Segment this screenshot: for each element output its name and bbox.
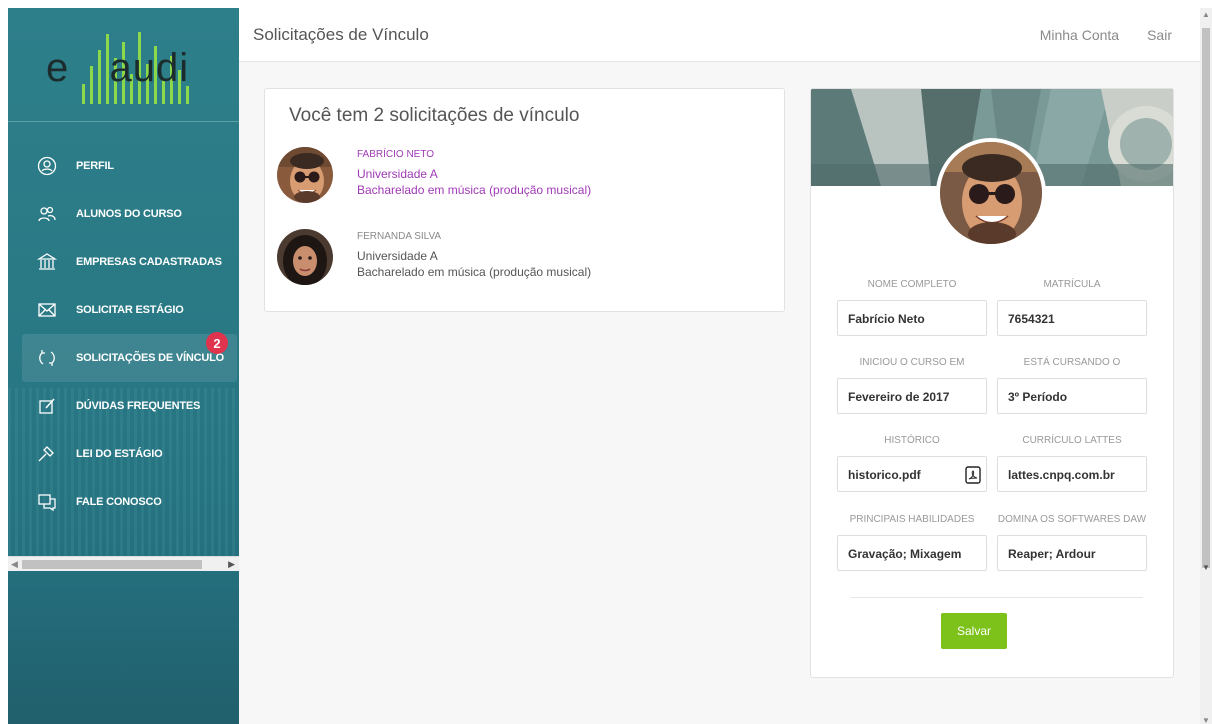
- request-item[interactable]: FABRÍCIO NETO Universidade A Bacharelado…: [277, 147, 757, 207]
- avatar: [277, 229, 333, 285]
- profile-card: NOME COMPLETO Fabrício Neto MATRÍCULA 76…: [810, 88, 1174, 678]
- pdf-file-icon[interactable]: [964, 466, 982, 484]
- notification-badge: 2: [206, 332, 228, 354]
- sidebar: e audi Perfil Alunos do curso Empresas c…: [8, 8, 239, 724]
- envelope-icon: [36, 299, 58, 321]
- sidebar-nav: Perfil Alunos do curso Empresas cadastra…: [22, 142, 237, 526]
- institution-icon: [36, 251, 58, 273]
- page-vertical-scrollbar[interactable]: ▲ ▼ ▼: [1200, 8, 1212, 724]
- sidebar-item-solicitacoes-vinculo[interactable]: Solicitações de vínculo 2: [22, 332, 237, 382]
- sidebar-item-label: Lei do estágio: [76, 448, 163, 460]
- sidebar-item-label: Perfil: [76, 160, 114, 172]
- scroll-right-arrow-icon[interactable]: ▶: [228, 559, 235, 570]
- scroll-down-arrow-icon[interactable]: ▼: [1202, 563, 1210, 572]
- request-info: FERNANDA SILVA Universidade A Bacharelad…: [357, 229, 591, 280]
- my-account-link[interactable]: Minha Conta: [1040, 27, 1119, 43]
- logo[interactable]: e audi: [8, 8, 239, 121]
- request-name: FABRÍCIO NETO: [357, 149, 435, 160]
- sidebar-item-fale-conosco[interactable]: Fale conosco: [22, 478, 237, 526]
- form-divider: [851, 597, 1143, 598]
- page-title: Solicitações de Vínculo: [253, 25, 429, 44]
- scroll-down-arrow-icon[interactable]: ▼: [1202, 716, 1210, 724]
- historico-input[interactable]: historico.pdf: [837, 456, 987, 492]
- field-matricula: MATRÍCULA 7654321: [997, 279, 1147, 336]
- field-softwares-daw: DOMINA OS SOFTWARES DAW Reaper; Ardour: [997, 514, 1147, 571]
- sidebar-item-alunos[interactable]: Alunos do curso: [22, 190, 237, 238]
- cursando-input[interactable]: 3º Período: [997, 378, 1147, 414]
- chat-icon: [36, 491, 58, 513]
- save-button[interactable]: Salvar: [941, 613, 1007, 649]
- requests-card: Você tem 2 solicitações de vínculo FABRÍ…: [264, 88, 785, 312]
- nome-completo-input[interactable]: Fabrício Neto: [837, 300, 987, 336]
- request-course: Bacharelado em música (produção musical): [357, 265, 592, 279]
- logo-prefix: e: [46, 46, 70, 90]
- refresh-icon: [36, 347, 58, 369]
- logo-divider: [8, 121, 239, 122]
- logout-link[interactable]: Sair: [1147, 27, 1172, 43]
- field-historico: HISTÓRICO historico.pdf: [837, 435, 987, 492]
- requests-title: Você tem 2 solicitações de vínculo: [289, 105, 580, 126]
- field-label: DOMINA OS SOFTWARES DAW: [997, 514, 1147, 525]
- field-label: CURRÍCULO LATTES: [1022, 435, 1122, 446]
- request-university: Universidade A: [357, 249, 438, 263]
- field-habilidades: PRINCIPAIS HABILIDADES Gravação; Mixagem: [837, 514, 987, 571]
- logo-name: audi: [109, 46, 190, 90]
- scrollbar-thumb[interactable]: [22, 560, 202, 569]
- logo-text: e audi: [46, 46, 189, 91]
- request-info: FABRÍCIO NETO Universidade A Bacharelado…: [357, 147, 591, 198]
- sidebar-item-label: Dúvidas frequentes: [76, 400, 201, 412]
- sidebar-item-label: Empresas cadastradas: [76, 256, 222, 268]
- window-frame-top: [0, 0, 1212, 8]
- field-label: HISTÓRICO: [884, 435, 940, 446]
- historico-filename: historico.pdf: [848, 468, 921, 482]
- request-name: FERNANDA SILVA: [357, 231, 442, 242]
- scrollbar-thumb[interactable]: [1202, 28, 1210, 568]
- gavel-icon: [36, 443, 58, 465]
- sidebar-horizontal-scrollbar[interactable]: ◀ ▶: [8, 556, 239, 571]
- field-label: NOME COMPLETO: [867, 279, 957, 290]
- user-circle-icon: [36, 155, 58, 177]
- sidebar-item-solicitar-estagio[interactable]: Solicitar estágio: [22, 286, 237, 334]
- header-links: Minha Conta Sair: [1040, 27, 1172, 43]
- scroll-left-arrow-icon[interactable]: ◀: [11, 559, 18, 570]
- field-label: INICIOU O CURSO EM: [859, 357, 965, 368]
- field-nome-completo: NOME COMPLETO Fabrício Neto: [837, 279, 987, 336]
- field-iniciou-curso: INICIOU O CURSO EM Fevereiro de 2017: [837, 357, 987, 414]
- sidebar-item-perfil[interactable]: Perfil: [22, 142, 237, 190]
- avatar: [277, 147, 333, 203]
- main-content: Você tem 2 solicitações de vínculo FABRÍ…: [239, 62, 1200, 724]
- iniciou-curso-input[interactable]: Fevereiro de 2017: [837, 378, 987, 414]
- field-curriculo-lattes: CURRÍCULO LATTES lattes.cnpq.com.br: [997, 435, 1147, 492]
- field-cursando: ESTÁ CURSANDO O 3º Período: [997, 357, 1147, 414]
- request-course: Bacharelado em música (produção musical): [357, 183, 592, 197]
- scroll-up-arrow-icon[interactable]: ▲: [1202, 10, 1210, 19]
- profile-photo: [936, 138, 1046, 248]
- sidebar-item-lei-estagio[interactable]: Lei do estágio: [22, 430, 237, 478]
- edit-icon: [36, 395, 58, 417]
- top-header: Solicitações de Vínculo Minha Conta Sair: [239, 8, 1200, 62]
- sidebar-item-label: Solicitações de vínculo: [76, 352, 224, 364]
- sidebar-item-label: Fale conosco: [76, 496, 162, 508]
- users-icon: [36, 203, 58, 225]
- field-label: PRINCIPAIS HABILIDADES: [849, 514, 975, 525]
- habilidades-input[interactable]: Gravação; Mixagem: [837, 535, 987, 571]
- sidebar-item-label: Alunos do curso: [76, 208, 182, 220]
- softwares-daw-input[interactable]: Reaper; Ardour: [997, 535, 1147, 571]
- field-label: ESTÁ CURSANDO O: [1023, 357, 1121, 368]
- window-frame-left: [0, 0, 8, 724]
- field-label: MATRÍCULA: [1043, 279, 1101, 290]
- curriculo-lattes-input[interactable]: lattes.cnpq.com.br: [997, 456, 1147, 492]
- request-university: Universidade A: [357, 167, 438, 181]
- matricula-input[interactable]: 7654321: [997, 300, 1147, 336]
- sidebar-item-label: Solicitar estágio: [76, 304, 184, 316]
- request-item[interactable]: FERNANDA SILVA Universidade A Bacharelad…: [277, 229, 757, 289]
- sidebar-item-empresas[interactable]: Empresas cadastradas: [22, 238, 237, 286]
- sidebar-item-duvidas[interactable]: Dúvidas frequentes: [22, 382, 237, 430]
